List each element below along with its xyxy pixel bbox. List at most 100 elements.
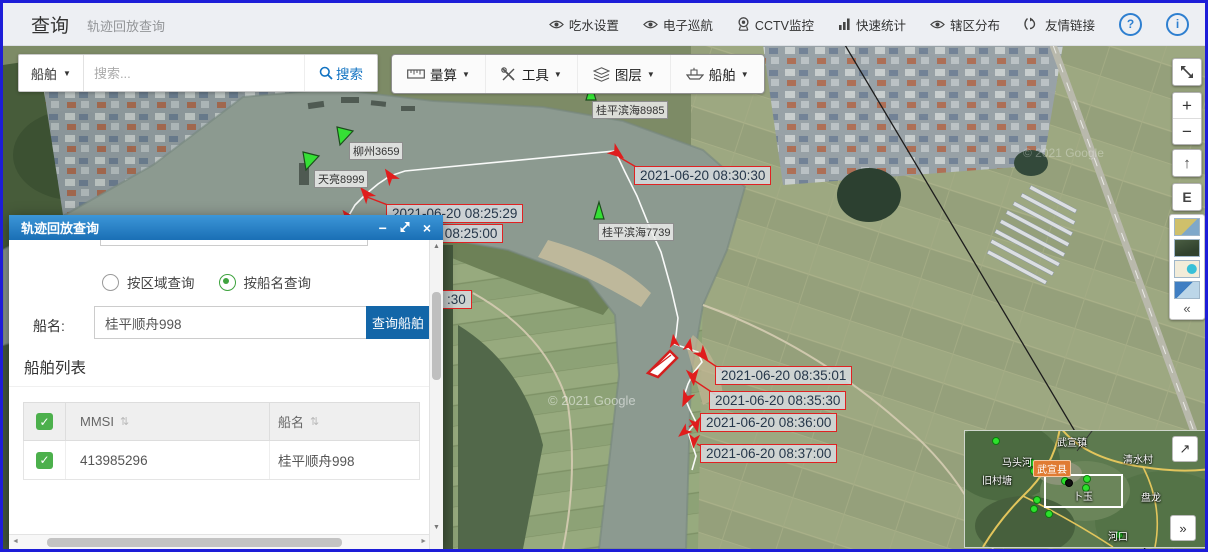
divider [9,386,429,387]
breadcrumb: 轨迹回放查询 [87,16,165,35]
eye-icon [643,19,658,30]
eye-icon [930,19,945,30]
scroll-up-arrow[interactable]: ▲ [430,243,443,250]
basemap-thumb-road[interactable] [1174,218,1200,236]
minimap-place-label: 旧村塘 [982,472,1012,487]
dialog-titlebar[interactable]: 轨迹回放查询 − × [9,215,443,240]
sort-icon[interactable]: ⇅ [120,415,129,428]
scrollbar-thumb[interactable] [432,292,441,380]
minimap-county-badge: 武宣县 [1033,460,1071,477]
minimap-place-label: 清水村 [1123,451,1153,466]
query-ship-button[interactable]: 查询船舶 [366,306,430,339]
basemap-thumb-light[interactable] [1174,260,1200,278]
select-all-checkbox[interactable]: ✓ [36,413,53,430]
scroll-right-arrow[interactable]: ► [420,538,427,545]
table-header-row: ✓ MMSI ⇅ 船名 ⇅ [23,402,420,441]
svg-text:© 2021 Google: © 2021 Google [548,393,636,408]
resize-icon [399,221,411,233]
fullscreen-button[interactable] [1172,58,1202,86]
page-title: 查询 [31,11,69,38]
dialog-horizontal-scrollbar[interactable]: ◄ ► [9,534,430,549]
toolbar-tools-dropdown[interactable]: 工具 ▼ [485,55,577,93]
menu-label: 电子巡航 [663,15,713,34]
info-button[interactable]: i [1166,13,1189,36]
minimap-expand-button[interactable]: ↗ [1172,436,1198,462]
basemap-thumb-satellite[interactable] [1174,239,1200,257]
col-name-header[interactable]: 船名 [278,412,304,431]
tools-icon [501,67,517,82]
toolbar-label: 船舶 [709,64,736,84]
ship-name-label: 桂平滨海7739 [598,223,674,241]
ship-name-label: 桂平滨海8985 [592,101,668,119]
track-time-label: 2021-06-20 08:37:00 [700,444,837,463]
basemap-switcher: « [1169,214,1205,320]
menu-label: 吃水设置 [569,15,619,34]
ship-name-input[interactable] [94,306,368,339]
track-time-label-partial: :30 [441,290,472,309]
east-view-button[interactable]: E [1172,183,1202,211]
toolbar-ships-dropdown[interactable]: 船舶 ▼ [670,55,764,93]
ship-name-label: 船名: [33,316,65,336]
zoom-out-button[interactable]: − [1173,119,1201,144]
menu-quick-stats[interactable]: 快速统计 [838,15,906,34]
track-time-label: 2021-06-20 08:35:30 [709,391,846,410]
menu-district[interactable]: 辖区分布 [930,15,1000,34]
menu-label: CCTV监控 [755,15,814,34]
scrolled-input-edge [100,240,368,246]
minimap-place-label: 马头河 [1002,454,1032,469]
minimap-black-dot [1065,479,1073,487]
track-time-label: 2021-06-20 08:35:01 [715,366,852,385]
sort-icon[interactable]: ⇅ [310,415,319,428]
minimap-ship-dot [1030,505,1038,513]
zoom-in-button[interactable]: + [1173,93,1201,119]
ship-list-title: 船舶列表 [24,356,86,378]
table-row[interactable]: ✓ 413985296 桂平顺舟998 [23,441,420,480]
minimap-place-label: 盘龙 [1141,489,1161,504]
col-mmsi-header[interactable]: MMSI [80,414,114,429]
map-search-bar: 船舶 ▼ 搜索 [18,54,378,92]
search-button-label: 搜索 [336,63,363,83]
menu-e-cruise[interactable]: 电子巡航 [643,15,713,34]
layers-icon [593,67,610,82]
menu-label: 快速统计 [856,15,906,34]
chevron-down-icon: ▼ [462,70,470,79]
pan-up-button[interactable]: ↑ [1172,149,1202,177]
chevron-down-icon: ▼ [741,70,749,79]
radio-by-area-label: 按区域查询 [127,272,195,292]
radio-by-area[interactable]: 按区域查询 [102,272,195,292]
menu-cctv[interactable]: CCTV监控 [737,15,814,34]
toolbar-measure-dropdown[interactable]: 量算 ▼ [392,55,485,93]
radio-by-name[interactable]: 按船名查询 [219,272,312,292]
help-button[interactable]: ? [1119,13,1142,36]
scroll-down-arrow[interactable]: ▼ [430,524,443,531]
ship-icon [686,67,704,81]
overview-minimap[interactable]: 武宣镇 清水村 武宣县 马头河 旧村塘 卜玉 盘龙 河口 ↗ » [964,430,1205,548]
top-bar: 查询 轨迹回放查询 吃水设置 电子巡航 CCTV监控 快速统计 辖区分布 [3,3,1205,46]
basemap-thumb-terrain[interactable] [1174,281,1200,299]
chevron-down-icon: ▼ [554,70,562,79]
cctv-icon [737,17,750,32]
cell-ship-name: 桂平顺舟998 [278,450,355,470]
minimize-button[interactable]: − [379,221,387,235]
search-category-label: 船舶 [31,64,57,83]
search-category-dropdown[interactable]: 船舶 ▼ [19,55,84,91]
toolbar-layers-dropdown[interactable]: 图层 ▼ [577,55,670,93]
collapse-panel-button[interactable]: « [1183,302,1190,318]
row-checkbox[interactable]: ✓ [36,452,53,469]
minimap-ship-dot [1083,475,1091,483]
toolbar-label: 图层 [615,64,642,84]
scroll-left-arrow[interactable]: ◄ [12,538,19,545]
dialog-vertical-scrollbar[interactable]: ▲ ▼ [429,240,443,549]
svg-text:© 2021 Google: © 2021 Google [1023,146,1104,160]
search-input[interactable] [84,66,304,81]
menu-links[interactable]: 友情链接 [1024,15,1095,34]
menu-draft-settings[interactable]: 吃水设置 [549,15,619,34]
close-button[interactable]: × [423,221,431,235]
resize-button[interactable] [399,221,411,235]
toolbar-label: 工具 [522,64,549,84]
minimap-forward-button[interactable]: » [1170,515,1196,541]
scrollbar-thumb[interactable] [47,538,342,547]
chevron-down-icon: ▼ [63,69,71,78]
search-button[interactable]: 搜索 [304,55,377,91]
track-time-label: 2021-06-20 08:36:00 [700,413,837,432]
